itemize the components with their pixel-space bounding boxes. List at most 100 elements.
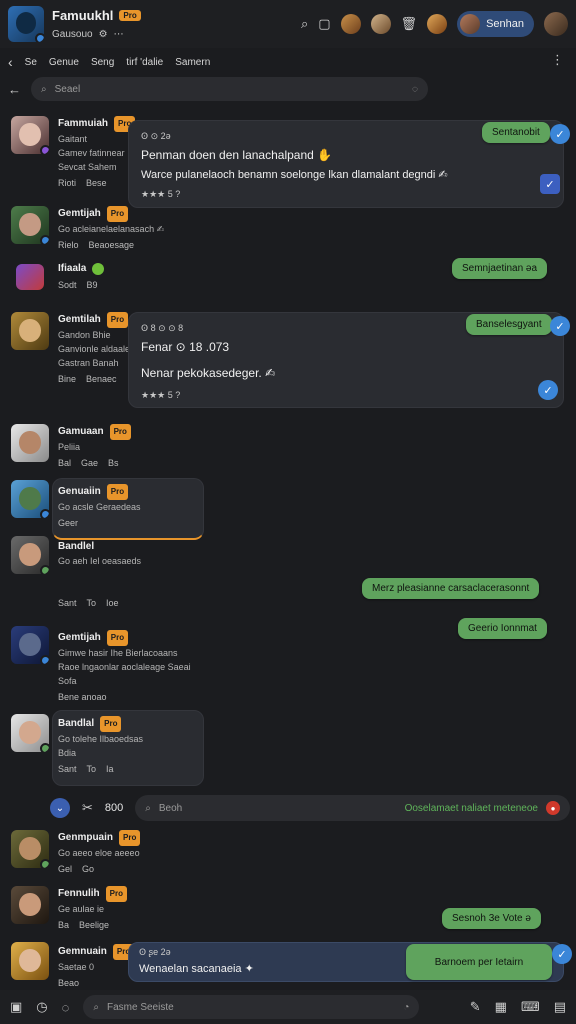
message-input[interactable]: ⌕ Beoh Ooselamaet naliaet meteneoe ●: [135, 795, 570, 821]
author-name[interactable]: Gemtijah: [58, 207, 101, 221]
profile-avatar[interactable]: [8, 6, 44, 42]
reply-chip[interactable]: Banselesgyant: [466, 314, 552, 335]
author-line: Gastran Banah: [58, 358, 119, 368]
chevron-down-icon[interactable]: ⌄: [50, 798, 70, 818]
stat: Sant: [58, 598, 77, 608]
author-name[interactable]: Gemtijah: [58, 631, 101, 645]
back-arrow-icon[interactable]: ←: [8, 82, 21, 97]
search-icon[interactable]: ⌕: [301, 16, 308, 32]
user-chip[interactable]: Senhan: [457, 11, 534, 37]
friend-avatar[interactable]: [340, 14, 361, 34]
bubble-text: Nenar pekokasedeger. ✍: [141, 366, 276, 380]
author-line: Gamev fatinnear: [58, 148, 125, 158]
author-name[interactable]: Bandlal: [58, 717, 94, 731]
clock-icon[interactable]: ◷: [36, 999, 47, 1015]
breadcrumb-item[interactable]: Genue: [49, 57, 79, 68]
trash-icon[interactable]: 🗑: [401, 16, 418, 32]
reply-chip[interactable]: Barnoem per Ietairn: [406, 944, 552, 980]
more-icon[interactable]: ⋯: [114, 29, 124, 40]
pro-badge: Pro: [109, 424, 131, 440]
search-input[interactable]: ⌕ Seael ◌: [31, 77, 428, 101]
author-name[interactable]: Gemtilah: [58, 313, 101, 327]
author-line: Go acleianelaelanasach ✍: [58, 224, 165, 234]
checkmark-icon: ✓: [550, 316, 570, 336]
bag-icon[interactable]: ▤: [554, 999, 566, 1015]
avatar[interactable]: [11, 206, 49, 244]
author-name[interactable]: Gamuaan: [58, 425, 104, 439]
bubble-footer: ★★★ 5 ?: [141, 189, 181, 199]
stat: Sant: [58, 764, 77, 774]
chat-icon[interactable]: ◌: [62, 1000, 70, 1015]
avatar[interactable]: [11, 480, 49, 518]
avatar[interactable]: [11, 312, 49, 350]
stat: To: [86, 764, 97, 774]
search-icon: ⌕: [93, 1001, 99, 1013]
author-name[interactable]: Ifiaala: [58, 262, 86, 276]
author-name[interactable]: Fennulih: [58, 887, 100, 901]
status-tag: Ooselamaet naliaet meteneoe: [404, 802, 538, 814]
bubble-text: Warce pulanelaoch benamn soelonge lkan d…: [141, 169, 448, 181]
author-name[interactable]: Gemnuain: [58, 945, 107, 959]
search-row: ← ⌕ Seael ◌: [8, 76, 428, 102]
pro-badge: Pro: [100, 716, 122, 732]
author-name[interactable]: Bandlel: [58, 540, 94, 554]
friend-avatar[interactable]: [370, 14, 391, 34]
reply-chip[interactable]: Sesnoh 3e Vote ǝ: [442, 908, 541, 929]
author-line: Gaitant: [58, 134, 88, 144]
bottom-search-input[interactable]: ⌕ Fasme Seeiste ◔: [83, 995, 420, 1019]
chevron-left-icon[interactable]: ‹: [8, 54, 13, 70]
avatar[interactable]: [11, 626, 49, 664]
stat: Beao: [58, 978, 80, 988]
reply-chip[interactable]: Semnjaetinan ǝa: [452, 258, 548, 279]
avatar[interactable]: [11, 830, 49, 868]
friend-avatar[interactable]: [427, 14, 448, 34]
breadcrumb: ‹ Se Genue Seng tirf 'dalie Samern: [8, 52, 210, 72]
bubble-text: Fenar ⊙ 18 .073: [141, 340, 230, 354]
avatar[interactable]: [11, 886, 49, 924]
author-line: Go tolehe Ilbaoedsas: [58, 734, 144, 744]
breadcrumb-item[interactable]: Samern: [175, 57, 210, 68]
breadcrumb-item[interactable]: Se: [25, 57, 37, 68]
calendar-icon[interactable]: ▦: [495, 999, 507, 1015]
pro-badge: Pro: [106, 206, 129, 222]
reply-chip[interactable]: Sentanobit: [482, 122, 550, 143]
timer-icon[interactable]: ◔: [403, 1002, 409, 1013]
breadcrumb-item[interactable]: Seng: [91, 57, 114, 68]
user-chip-name: Senhan: [486, 18, 524, 30]
notification-icon[interactable]: ●: [546, 801, 560, 815]
avatar[interactable]: [11, 116, 49, 154]
edit-icon[interactable]: ✎: [470, 999, 481, 1015]
author-name[interactable]: Genuaiin: [58, 485, 101, 499]
pro-badge: Pro: [119, 830, 141, 846]
avatar[interactable]: [11, 536, 49, 574]
stat: Gel: [58, 864, 73, 874]
settings-icon[interactable]: ⚙: [99, 29, 108, 40]
bottom-search-placeholder: Fasme Seeiste: [106, 1001, 174, 1013]
pro-badge: Pro: [105, 886, 128, 902]
more-vertical-icon[interactable]: ⋮: [551, 52, 564, 68]
reply-chip[interactable]: Merz pleasianne carsaclacerasonnt: [362, 578, 540, 599]
breadcrumb-item[interactable]: tirf 'dalie: [126, 57, 163, 68]
stat: Ioe: [106, 598, 119, 608]
avatar[interactable]: [11, 942, 49, 980]
grid-icon[interactable]: ▣: [10, 999, 22, 1015]
account-avatar[interactable]: [544, 12, 568, 36]
avatar[interactable]: [11, 714, 49, 752]
stat: Geer: [58, 518, 79, 528]
author-line: Sofa: [58, 676, 77, 686]
stat: Bal: [58, 458, 72, 468]
author-name[interactable]: Genmpuain: [58, 831, 113, 845]
reply-chip[interactable]: Geerio Ionnmat: [458, 618, 547, 639]
counter: 800: [104, 802, 124, 814]
author-name[interactable]: Fammuiah: [58, 117, 108, 131]
keyboard-icon[interactable]: ⌨: [521, 999, 540, 1015]
pro-badge: Pro: [106, 312, 129, 328]
tools-icon[interactable]: ✂: [82, 800, 93, 816]
stat: To: [86, 598, 97, 608]
avatar[interactable]: [11, 424, 49, 462]
search-icon: ⌕: [41, 83, 47, 95]
mic-icon[interactable]: ◌: [412, 84, 418, 95]
author-line: Bdia: [58, 748, 77, 758]
window-icon[interactable]: ▢: [318, 16, 330, 32]
message-placeholder: Beoh: [158, 802, 183, 814]
